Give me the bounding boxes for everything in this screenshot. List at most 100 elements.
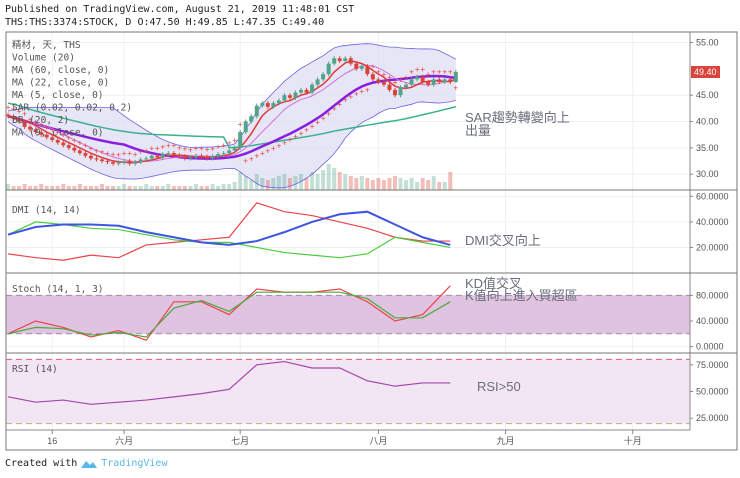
- candle-body: [315, 79, 320, 85]
- candle-body: [99, 159, 104, 162]
- candle-body: [276, 100, 281, 104]
- volume-bar: [365, 178, 370, 190]
- sar-marker: +: [188, 145, 193, 154]
- volume-bar: [370, 180, 375, 190]
- sar-marker: +: [221, 141, 226, 150]
- rsi-band-fill: [6, 359, 690, 424]
- candle-body: [426, 82, 431, 85]
- volume-bar: [177, 186, 182, 190]
- candle-body: [155, 155, 160, 158]
- y-tick-label: 50.0000: [696, 387, 729, 397]
- volume-bar: [88, 186, 93, 190]
- candle-body: [431, 79, 436, 85]
- sar-marker: +: [326, 109, 331, 118]
- candle-body: [453, 72, 458, 83]
- sar-marker: +: [260, 149, 265, 158]
- y-tick-label: 40.0000: [696, 316, 729, 326]
- sar-marker: +: [359, 87, 364, 96]
- volume-bar: [437, 182, 442, 190]
- volume-bar: [254, 174, 259, 190]
- legend-price-item: 精材, 天, THS: [12, 39, 81, 51]
- rsi-pane[interactable]: [6, 358, 690, 425]
- sar-marker: +: [133, 150, 138, 159]
- volume-bar: [265, 180, 270, 190]
- legend-dmi: DMI (14, 14): [12, 205, 81, 216]
- volume-bar: [398, 178, 403, 190]
- volume-bar: [232, 182, 237, 190]
- candle-body: [337, 58, 342, 61]
- sar-marker: +: [122, 149, 127, 158]
- y-tick-label: 0.0000: [696, 342, 724, 352]
- candle-body: [55, 139, 60, 143]
- volume-bar: [227, 184, 232, 190]
- candle-body: [437, 79, 442, 83]
- volume-bar: [22, 184, 27, 190]
- candle-body: [404, 84, 409, 88]
- x-tick-label: 八月: [369, 436, 387, 446]
- volume-bar: [348, 176, 353, 190]
- volume-bar: [199, 186, 204, 190]
- trading-chart[interactable]: + + + ++ + + + + + + + + + + + + + + + + + + + + + + + + + + + + + + + + + + +…: [0, 0, 740, 478]
- candle-body: [409, 79, 414, 85]
- volume-bar: [332, 168, 337, 190]
- sar-marker: +: [382, 70, 387, 79]
- sar-marker: +: [304, 126, 309, 135]
- tradingview-logo-icon: [81, 460, 98, 468]
- candle-body: [348, 58, 353, 64]
- candle-body: [193, 155, 198, 158]
- volume-bar: [260, 178, 265, 190]
- candle-body: [88, 155, 93, 159]
- volume-bar: [210, 184, 215, 190]
- sar-marker: +: [194, 144, 199, 153]
- volume-bar: [17, 186, 22, 190]
- x-tick-label: 九月: [497, 436, 515, 446]
- candle-body: [149, 155, 154, 159]
- volume-bar: [44, 186, 49, 190]
- candle-body: [160, 154, 165, 158]
- volume-bar: [376, 178, 381, 190]
- candle-body: [61, 142, 66, 146]
- candle-body: [343, 58, 348, 61]
- candle-body: [133, 162, 138, 164]
- candle-body: [232, 147, 237, 151]
- volume-bar: [50, 186, 55, 190]
- candle-body: [138, 159, 143, 163]
- sar-marker: +: [276, 141, 281, 150]
- volume-bar: [243, 176, 248, 190]
- volume-bar: [354, 178, 359, 190]
- sar-marker: +: [409, 68, 414, 77]
- legend-price-item: MA (22, close, 0): [12, 78, 109, 89]
- legend-price-item: SAR (0.02, 0.02, 0.2): [12, 103, 132, 114]
- volume-bar: [138, 186, 143, 190]
- volume-bar: [144, 184, 149, 190]
- volume-bar: [6, 184, 10, 190]
- candle-body: [238, 132, 243, 148]
- sar-marker: +: [138, 148, 143, 157]
- candle-body: [6, 114, 10, 117]
- tradingview-link[interactable]: TradingView: [101, 458, 167, 469]
- candle-body: [77, 150, 82, 154]
- candle-body: [199, 155, 204, 157]
- candle-body: [127, 161, 132, 164]
- volume-bar: [166, 184, 171, 190]
- stoch-pane[interactable]: [6, 285, 690, 341]
- candle-body: [171, 153, 176, 156]
- legend-price-item: BB (20, 2): [12, 115, 69, 126]
- volume-bar: [149, 186, 154, 190]
- sar-marker: +: [453, 84, 458, 93]
- sar-marker: +: [254, 152, 259, 161]
- volume-bar: [171, 186, 176, 190]
- volume-bar: [287, 178, 292, 190]
- volume-bar: [337, 172, 342, 190]
- candle-body: [310, 84, 315, 93]
- sar-marker: +: [365, 86, 370, 95]
- volume-bar: [343, 174, 348, 190]
- y-tick-label: 25.0000: [696, 413, 729, 423]
- volume-bar: [448, 172, 453, 190]
- sar-marker: +: [315, 118, 320, 127]
- volume-bar: [193, 184, 198, 190]
- volume-bar: [116, 186, 121, 190]
- sar-marker: +: [238, 120, 243, 129]
- volume-bar: [216, 186, 221, 190]
- sar-marker: +: [404, 73, 409, 82]
